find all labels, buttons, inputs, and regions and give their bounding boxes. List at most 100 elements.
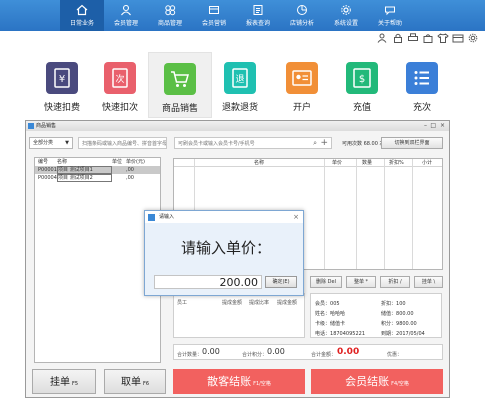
add-member-icon[interactable]: + <box>320 138 328 148</box>
product-row[interactable]: P00004 项目 测试项目2 ,00 <box>35 174 160 182</box>
top-nav: 日常业务 会员管理 商品管理 会员营销 报表查询 店铺分析 系统设置 关于帮助 <box>0 0 485 31</box>
product-list: 编号 名称 单位 单价(元) P00001 项目 测试项目1 ,00 P0000… <box>34 157 161 363</box>
member-card-type-value: 储值卡 <box>330 321 346 327</box>
guest-checkout-button[interactable]: 散客结账 F1/空格 <box>173 369 305 394</box>
fetch-bill-button[interactable]: 取单 F6 <box>104 369 166 394</box>
member-expiry-value: 2017/05/04 <box>396 331 425 337</box>
member-checkout-button[interactable]: 会员结账 F4/空格 <box>311 369 443 394</box>
price-input[interactable]: 200.00 <box>154 275 262 289</box>
column-header: 名称 <box>57 159 68 165</box>
totals-bar: 合计数量： 0.00 合计积分： 0.00 合计金额： 0.00 优惠： <box>173 344 443 360</box>
print-icon[interactable] <box>407 33 419 43</box>
nav-about-help[interactable]: 关于帮助 <box>368 0 412 31</box>
commission-rate-label: 提成比率 <box>249 300 270 306</box>
nav-system-settings[interactable]: 系统设置 <box>324 0 368 31</box>
member-points-value: 9800.00 <box>396 321 417 327</box>
switch-layout-button[interactable]: 切换到双栏界面 <box>381 137 443 149</box>
grid-divider <box>356 159 357 269</box>
settings-icon[interactable] <box>467 33 479 43</box>
member-card-type-label: 卡级： <box>315 321 331 327</box>
user-switch-icon[interactable] <box>377 33 389 43</box>
employee-label: 员工 <box>177 300 188 306</box>
tile-label: 充值 <box>352 103 371 113</box>
fetch-bill-label: 取单 <box>120 377 141 388</box>
product-code: P00004 <box>38 175 57 181</box>
total-amount-value: 0.00 <box>337 347 360 357</box>
close-icon[interactable]: × <box>293 211 299 223</box>
nav-member-management[interactable]: 会员管理 <box>104 0 148 31</box>
product-name: 项目 测试项目2 <box>57 174 112 182</box>
tile-label: 快速扣费 <box>43 103 80 113</box>
hotkey-label: F6 <box>142 381 150 387</box>
member-discount-label: 折扣： <box>381 301 397 307</box>
gear-icon <box>340 4 352 16</box>
hold-order-button[interactable]: 挂单 \ <box>414 276 443 288</box>
tile-label: 退款退货 <box>221 103 258 113</box>
member-name-label: 姓名： <box>315 311 331 317</box>
nav-label: 商品管理 <box>157 20 182 27</box>
member-card-value: 005 <box>330 301 340 307</box>
lock-icon[interactable] <box>392 33 404 43</box>
open-account-icon <box>286 62 318 94</box>
bag-icon[interactable] <box>422 33 434 43</box>
delete-button[interactable]: 删除 Del <box>310 276 342 288</box>
shirt-icon[interactable] <box>437 33 449 43</box>
tile-quick-deduct[interactable]: 次 快速扣次 <box>88 56 152 118</box>
hold-bill-label: 挂单 <box>49 377 70 388</box>
report-icon <box>252 4 264 16</box>
analysis-icon <box>296 4 308 16</box>
tile-refund-return[interactable]: 退 退款退货 <box>208 56 272 118</box>
nav-label: 系统设置 <box>333 20 358 27</box>
column-header: 数量 <box>362 160 373 166</box>
tile-recharge[interactable]: $ 充值 <box>330 56 394 118</box>
tile-product-sales[interactable]: 商品销售 <box>148 52 212 118</box>
product-code: P00001 <box>38 167 57 173</box>
nav-daily-business[interactable]: 日常业务 <box>60 0 104 31</box>
total-points-label: 合计积分： <box>242 352 268 358</box>
tile-label: 充次 <box>412 103 431 113</box>
grid-divider <box>412 159 413 269</box>
member-card-label: 会员： <box>315 301 331 307</box>
column-header: 单位 <box>112 159 123 165</box>
hotkey-label: F1/空格 <box>253 381 271 387</box>
tile-quick-charge[interactable]: ¥ 快速扣费 <box>30 56 94 118</box>
member-balance-label: 储值： <box>381 311 397 317</box>
close-icon[interactable]: × <box>440 122 445 130</box>
commission-amount-label: 提成金额 <box>277 300 298 306</box>
member-info-panel: 会员：005 姓名：哈哈哈 卡级：储值卡 电话：18704095221 折扣：1… <box>310 293 442 338</box>
discount-button[interactable]: 折扣 / <box>380 276 410 288</box>
member-checkout-label: 会员结账 <box>345 375 390 388</box>
nav-member-marketing[interactable]: 会员营销 <box>192 0 236 31</box>
help-icon <box>384 4 396 16</box>
nav-store-analysis[interactable]: 店铺分析 <box>280 0 324 31</box>
grid-divider <box>384 159 385 269</box>
nav-product-management[interactable]: 商品管理 <box>148 0 192 31</box>
column-header: 折扣% <box>389 160 404 166</box>
refund-icon: 退 <box>224 62 256 94</box>
guest-checkout-label: 散客结账 <box>207 375 252 388</box>
card-icon[interactable] <box>452 33 464 43</box>
total-qty-label: 合计数量： <box>177 352 203 358</box>
column-header: 编号 <box>38 159 49 165</box>
column-header: 单价(元) <box>126 159 145 165</box>
svg-text:$: $ <box>359 74 365 85</box>
maximize-icon[interactable]: □ <box>430 122 436 130</box>
category-select[interactable]: 全部分类 ▼ <box>29 137 73 149</box>
nav-report-query[interactable]: 报表查询 <box>236 0 280 31</box>
total-qty-value: 0.00 <box>202 347 220 356</box>
ok-button[interactable]: 确定(E) <box>265 276 297 288</box>
discount-label: 优惠： <box>387 352 403 358</box>
tile-open-account[interactable]: 开户 <box>270 56 334 118</box>
product-search-input[interactable] <box>79 139 166 149</box>
tile-recharge-count[interactable]: 充次 <box>390 56 454 118</box>
whole-order-button[interactable]: 整单 * <box>346 276 376 288</box>
column-header: 单价 <box>332 160 343 166</box>
dialog-prompt: 请输入单价： <box>181 239 272 257</box>
member-expiry-label: 到期： <box>381 331 397 337</box>
total-amount-label: 合计金额： <box>311 352 337 358</box>
hold-bill-button[interactable]: 挂单 F5 <box>32 369 96 394</box>
search-icon[interactable]: ⌕ <box>313 139 317 148</box>
product-row[interactable]: P00001 项目 测试项目1 ,00 <box>35 166 160 174</box>
member-search-input[interactable] <box>175 139 331 149</box>
minimize-icon[interactable]: – <box>424 122 427 130</box>
